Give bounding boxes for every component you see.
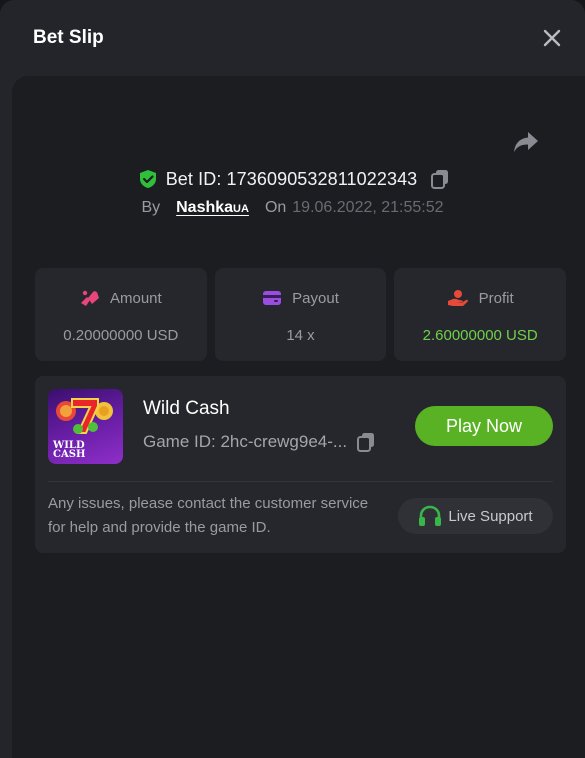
stat-label: Payout [292, 289, 339, 307]
on-label: On [264, 199, 287, 216]
bet-amount-icon [80, 290, 99, 306]
bet-id-row: Bet ID: 1736090532811022343 [0, 166, 585, 192]
modal-title: Bet Slip [33, 27, 104, 48]
copy-bet-id-icon[interactable] [429, 168, 451, 190]
stat-payout: Payout 14 x [214, 268, 387, 361]
stat-value: 0.20000000 USD [63, 327, 179, 344]
profit-hand-icon [447, 290, 468, 306]
game-id: Game ID: 2hc-crewg9e4-... [143, 432, 348, 451]
close-button[interactable] [538, 24, 566, 52]
bet-datetime: 19.06.2022, 21:55:52 [292, 199, 444, 216]
stat-label: Amount [109, 289, 162, 307]
game-id-row: Game ID: 2hc-crewg9e4-... [143, 431, 377, 453]
copy-game-id-icon[interactable] [355, 431, 377, 453]
by-label: By [141, 199, 161, 216]
share-button[interactable] [511, 128, 541, 156]
modal-header: Bet Slip [0, 0, 585, 76]
thumbnail-title: WILD CASH [53, 440, 86, 460]
username-suffix: UA [233, 203, 249, 215]
stat-label: Profit [478, 289, 514, 307]
bet-slip-modal: Bet Slip Bet ID: 1736090532811022343 By … [0, 0, 585, 758]
bet-owner-row: By NashkaUA On 19.06.2022, 21:55:52 [0, 199, 585, 223]
wallet-icon [263, 291, 282, 305]
stat-value: 2.60000000 USD [422, 327, 538, 344]
verified-shield-icon [138, 169, 158, 189]
live-support-label: Live Support [448, 507, 533, 525]
game-thumbnail[interactable]: WILD CASH [48, 389, 123, 464]
username: Nashka [176, 199, 234, 216]
stat-amount: Amount 0.20000000 USD [35, 268, 207, 361]
stat-value: 14 x [286, 327, 315, 344]
bet-stats: Amount 0.20000000 USD Payout 14 x Profit… [35, 268, 567, 361]
headset-icon [419, 505, 442, 526]
bet-id: Bet ID: 1736090532811022343 [165, 168, 418, 189]
share-icon [514, 132, 538, 152]
close-icon [543, 29, 561, 47]
live-support-button[interactable]: Live Support [398, 498, 553, 534]
game-card: WILD CASH Wild Cash Game ID: 2hc-crewg9e4… [35, 376, 566, 553]
divider [48, 481, 553, 482]
username-link[interactable]: NashkaUA [176, 199, 249, 217]
support-notice: Any issues, please contact the customer … [48, 495, 369, 536]
stat-profit: Profit 2.60000000 USD [394, 268, 567, 361]
play-now-button[interactable]: Play Now [415, 406, 553, 446]
game-name: Wild Cash [143, 398, 230, 419]
